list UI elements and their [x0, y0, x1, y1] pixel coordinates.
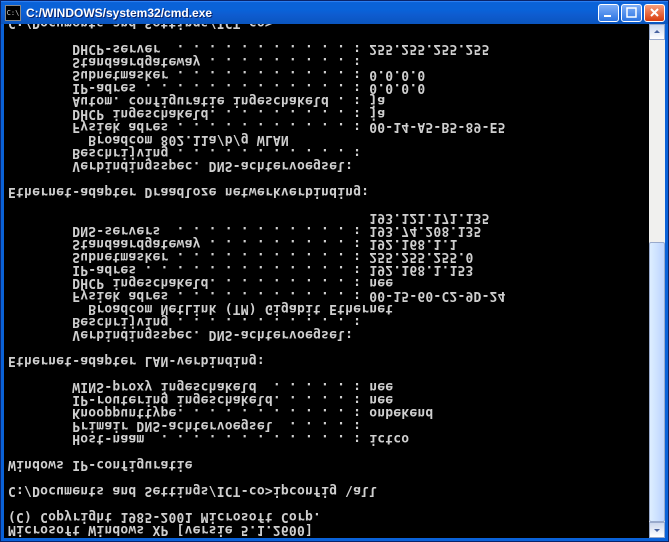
minimize-button[interactable] [598, 4, 619, 22]
titlebar[interactable]: C:\ C:/WINDOWS/system32/cmd.exe [1, 1, 668, 24]
scroll-up-button[interactable] [649, 522, 665, 538]
maximize-button[interactable] [621, 4, 642, 22]
window-title: C:/WINDOWS/system32/cmd.exe [26, 6, 593, 20]
window-controls [598, 4, 665, 22]
scroll-thumb[interactable] [649, 242, 665, 522]
terminal-output[interactable]: Microsoft Windows XP [versie 5.1.2600] (… [4, 24, 665, 538]
scroll-down-button[interactable] [649, 24, 665, 40]
cmd-icon: C:\ [5, 5, 21, 21]
client-area: Microsoft Windows XP [versie 5.1.2600] (… [1, 24, 668, 541]
scroll-track[interactable] [649, 40, 665, 522]
cmd-window: C:\ C:/WINDOWS/system32/cmd.exe Microsof… [0, 0, 669, 542]
vertical-scrollbar[interactable] [649, 24, 665, 538]
close-button[interactable] [644, 4, 665, 22]
